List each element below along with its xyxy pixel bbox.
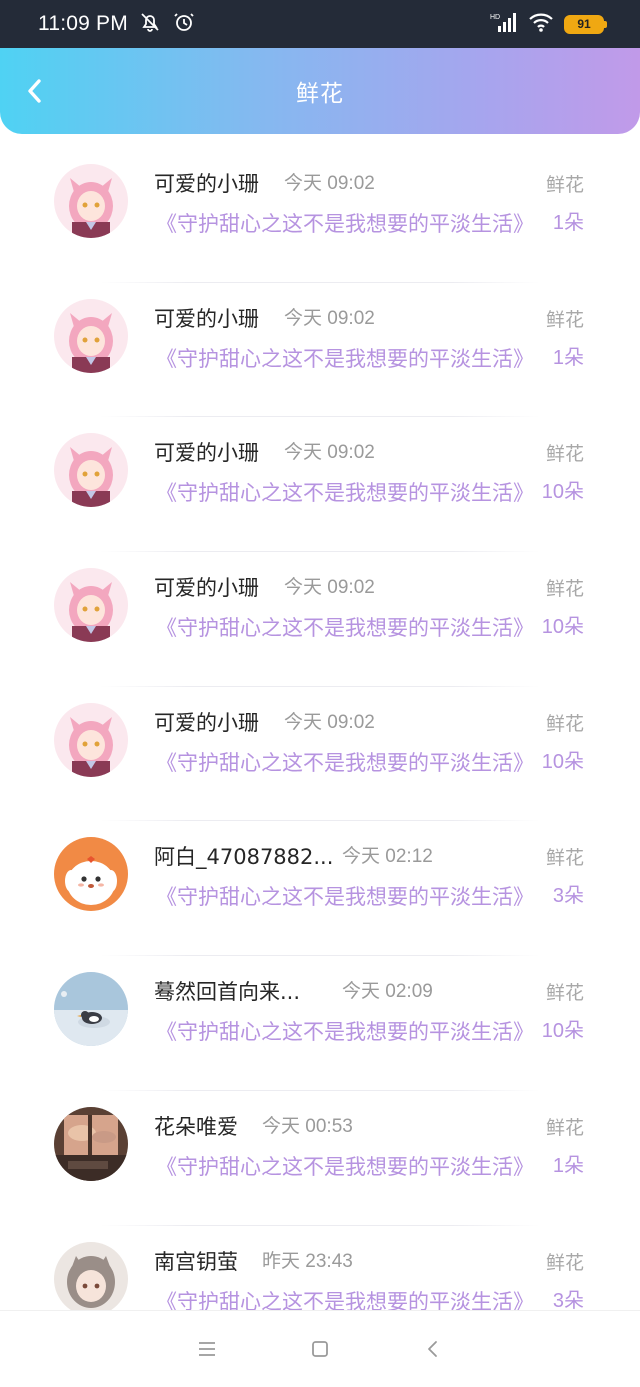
book-title-link[interactable]: 《守护甜心之这不是我想要的平淡生活》 [156,1151,534,1181]
gift-type: 鲜花 [545,847,584,870]
gift-count: 3朵 [552,1289,584,1311]
list-item[interactable]: 南宫钥萤 昨天 23:43 《守护甜心之这不是我想要的平淡生活》 鲜花 3朵 [0,1226,640,1311]
list-item[interactable]: 可爱的小珊 今天 09:02 《守护甜心之这不是我想要的平淡生活》 鲜花 1朵 [0,148,640,283]
back-nav-button[interactable] [413,1329,453,1369]
pink-anime-girl-avatar [54,164,128,238]
page-title: 鲜花 [296,81,344,107]
mute-bell-icon [138,10,162,38]
gift-count: 10朵 [541,616,584,639]
wifi-icon [528,11,554,37]
avatar[interactable] [54,164,128,238]
send-time: 今天 09:02 [284,442,375,464]
pink-anime-girl-avatar [54,568,128,643]
gift-type: 鲜花 [545,1251,584,1274]
avatar[interactable] [54,298,128,373]
gray-hair-girl-avatar [54,1241,128,1310]
sender-name: 可爱的小珊 [154,441,259,466]
list-item[interactable]: 可爱的小珊 今天 09:02 《守护甜心之这不是我想要的平淡生活》 鲜花 10朵 [0,687,640,822]
book-title-link[interactable]: 《守护甜心之这不是我想要的平淡生活》 [156,1286,534,1311]
back-icon [428,1341,438,1357]
book-title-link[interactable]: 《守护甜心之这不是我想要的平淡生活》 [156,208,534,238]
send-time: 今天 00:53 [262,1115,353,1137]
send-time: 今天 09:02 [284,711,375,733]
gift-count: 3朵 [552,885,584,908]
home-icon [312,1341,328,1357]
sender-name: 蓦然回首向来... [154,980,301,1005]
book-title-link[interactable]: 《守护甜心之这不是我想要的平淡生活》 [156,612,534,642]
gift-count: 10朵 [541,1020,584,1043]
gift-count: 1朵 [552,1154,584,1177]
gift-type: 鲜花 [545,308,584,331]
chevron-left-icon [28,79,41,103]
send-time: 今天 02:12 [342,846,433,868]
send-time: 昨天 23:43 [262,1250,353,1272]
avatar[interactable] [54,972,128,1047]
flower-gift-list: 可爱的小珊 今天 09:02 《守护甜心之这不是我想要的平淡生活》 鲜花 1朵 … [0,148,640,1310]
status-time: 11:09 PM [38,12,128,35]
list-item[interactable]: 蓦然回首向来... 今天 02:09 《守护甜心之这不是我想要的平淡生活》 鲜花… [0,956,640,1091]
status-bar: 11:09 PM HD 91 [0,0,640,48]
gift-type: 鲜花 [545,712,584,735]
white-dog-avatar [54,837,128,912]
gift-count: 10朵 [541,481,584,504]
sunset-room-avatar [54,1106,128,1181]
signal-icon: HD [490,11,518,37]
gift-count: 1朵 [552,346,584,369]
avatar[interactable] [54,837,128,912]
avatar[interactable] [54,1241,128,1310]
app-header: 鲜花 [0,48,640,134]
pink-anime-girl-avatar [54,702,128,777]
list-item[interactable]: 可爱的小珊 今天 09:02 《守护甜心之这不是我想要的平淡生活》 鲜花 1朵 [0,283,640,418]
battery-icon: 91 [564,14,607,34]
menu-icon [198,1342,215,1356]
sender-name: 阿白_47087882... [154,845,334,870]
send-time: 今天 02:09 [342,981,433,1003]
pink-anime-girl-avatar [54,433,128,508]
book-title-link[interactable]: 《守护甜心之这不是我想要的平淡生活》 [156,343,534,373]
send-time: 今天 09:02 [284,307,375,329]
list-item[interactable]: 花朵唯爱 今天 00:53 《守护甜心之这不是我想要的平淡生活》 鲜花 1朵 [0,1091,640,1226]
send-time: 今天 09:02 [284,173,375,194]
sender-name: 可爱的小珊 [154,172,259,196]
gift-type: 鲜花 [545,982,584,1005]
penguin-avatar [54,972,128,1047]
send-time: 今天 09:02 [284,577,375,599]
list-item[interactable]: 可爱的小珊 今天 09:02 《守护甜心之这不是我想要的平淡生活》 鲜花 10朵 [0,417,640,553]
book-title-link[interactable]: 《守护甜心之这不是我想要的平淡生活》 [156,1016,534,1046]
sender-name: 可爱的小珊 [154,576,259,601]
sender-name: 可爱的小珊 [154,306,259,331]
gift-type: 鲜花 [545,578,584,601]
alarm-icon [172,10,196,38]
menu-button[interactable] [187,1329,227,1369]
system-nav-bar [0,1310,640,1387]
sender-name: 南宫钥萤 [154,1249,238,1274]
avatar[interactable] [54,702,128,777]
book-title-link[interactable]: 《守护甜心之这不是我想要的平淡生活》 [156,477,534,507]
sender-name: 花朵唯爱 [154,1114,238,1139]
back-button[interactable] [18,74,52,108]
avatar[interactable] [54,433,128,508]
book-title-link[interactable]: 《守护甜心之这不是我想要的平淡生活》 [156,747,534,777]
avatar[interactable] [54,568,128,643]
home-button[interactable] [300,1329,340,1369]
svg-text:HD: HD [490,14,500,21]
gift-count: 1朵 [552,212,584,234]
gift-type: 鲜花 [545,443,584,466]
gift-type: 鲜花 [545,174,584,196]
gift-count: 10朵 [541,750,584,773]
list-item[interactable]: 阿白_47087882... 今天 02:12 《守护甜心之这不是我想要的平淡生… [0,821,640,957]
book-title-link[interactable]: 《守护甜心之这不是我想要的平淡生活》 [156,881,534,911]
pink-anime-girl-avatar [54,298,128,373]
avatar[interactable] [54,1106,128,1181]
list-item[interactable]: 可爱的小珊 今天 09:02 《守护甜心之这不是我想要的平淡生活》 鲜花 10朵 [0,552,640,687]
gift-type: 鲜花 [545,1116,584,1139]
sender-name: 可爱的小珊 [154,710,259,735]
